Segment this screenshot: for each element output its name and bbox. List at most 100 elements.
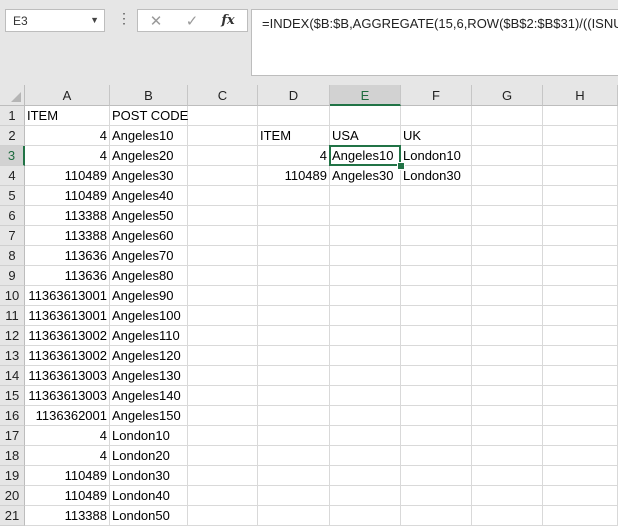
cell-c18[interactable] xyxy=(188,446,258,466)
cell-c2[interactable] xyxy=(188,126,258,146)
cell-d16[interactable] xyxy=(258,406,330,426)
cell-g17[interactable] xyxy=(472,426,543,446)
row-header-17[interactable]: 17 xyxy=(0,426,25,446)
cell-b13[interactable]: Angeles120 xyxy=(110,346,188,366)
row-header-21[interactable]: 21 xyxy=(0,506,25,526)
cell-c8[interactable] xyxy=(188,246,258,266)
row-header-14[interactable]: 14 xyxy=(0,366,25,386)
cell-e11[interactable] xyxy=(330,306,401,326)
cell-f9[interactable] xyxy=(401,266,472,286)
cell-b21[interactable]: London50 xyxy=(110,506,188,526)
cell-h12[interactable] xyxy=(543,326,618,346)
cell-a12[interactable]: 11363613002 xyxy=(25,326,110,346)
insert-function-icon[interactable]: fx xyxy=(216,13,240,28)
cell-d6[interactable] xyxy=(258,206,330,226)
cell-h21[interactable] xyxy=(543,506,618,526)
cell-f3[interactable]: London10 xyxy=(401,146,472,166)
cell-b7[interactable]: Angeles60 xyxy=(110,226,188,246)
column-header-a[interactable]: A xyxy=(25,85,110,106)
cell-e4[interactable]: Angeles30 xyxy=(330,166,401,186)
cell-h3[interactable] xyxy=(543,146,618,166)
cell-g19[interactable] xyxy=(472,466,543,486)
cell-a8[interactable]: 113636 xyxy=(25,246,110,266)
column-header-d[interactable]: D xyxy=(258,85,330,106)
column-header-f[interactable]: F xyxy=(401,85,472,106)
cell-e1[interactable] xyxy=(330,106,401,126)
cell-a6[interactable]: 113388 xyxy=(25,206,110,226)
column-header-c[interactable]: C xyxy=(188,85,258,106)
cell-a13[interactable]: 11363613002 xyxy=(25,346,110,366)
cell-c16[interactable] xyxy=(188,406,258,426)
cell-e17[interactable] xyxy=(330,426,401,446)
cell-e5[interactable] xyxy=(330,186,401,206)
cell-a21[interactable]: 113388 xyxy=(25,506,110,526)
cell-b19[interactable]: London30 xyxy=(110,466,188,486)
more-options-icon[interactable]: ⋮ xyxy=(117,11,131,25)
cell-f14[interactable] xyxy=(401,366,472,386)
cell-g10[interactable] xyxy=(472,286,543,306)
cell-a3[interactable]: 4 xyxy=(25,146,110,166)
row-header-8[interactable]: 8 xyxy=(0,246,25,266)
cell-f21[interactable] xyxy=(401,506,472,526)
cell-a11[interactable]: 11363613001 xyxy=(25,306,110,326)
cell-e21[interactable] xyxy=(330,506,401,526)
cell-c11[interactable] xyxy=(188,306,258,326)
cell-a17[interactable]: 4 xyxy=(25,426,110,446)
cell-f15[interactable] xyxy=(401,386,472,406)
formula-input[interactable]: =INDEX($B:$B,AGGREGATE(15,6,ROW($B$2:$B$… xyxy=(251,9,618,76)
cell-f20[interactable] xyxy=(401,486,472,506)
column-header-b[interactable]: B xyxy=(110,85,188,106)
cell-g16[interactable] xyxy=(472,406,543,426)
cell-c10[interactable] xyxy=(188,286,258,306)
cell-f18[interactable] xyxy=(401,446,472,466)
cell-b4[interactable]: Angeles30 xyxy=(110,166,188,186)
cell-c3[interactable] xyxy=(188,146,258,166)
cell-b3[interactable]: Angeles20 xyxy=(110,146,188,166)
cell-f19[interactable] xyxy=(401,466,472,486)
cell-b14[interactable]: Angeles130 xyxy=(110,366,188,386)
cell-g9[interactable] xyxy=(472,266,543,286)
cell-g15[interactable] xyxy=(472,386,543,406)
cell-f11[interactable] xyxy=(401,306,472,326)
cell-c9[interactable] xyxy=(188,266,258,286)
row-header-5[interactable]: 5 xyxy=(0,186,25,206)
cell-a2[interactable]: 4 xyxy=(25,126,110,146)
cell-e15[interactable] xyxy=(330,386,401,406)
cell-c19[interactable] xyxy=(188,466,258,486)
cell-c14[interactable] xyxy=(188,366,258,386)
row-header-13[interactable]: 13 xyxy=(0,346,25,366)
row-header-10[interactable]: 10 xyxy=(0,286,25,306)
row-header-18[interactable]: 18 xyxy=(0,446,25,466)
cell-b18[interactable]: London20 xyxy=(110,446,188,466)
cell-f5[interactable] xyxy=(401,186,472,206)
cell-d3[interactable]: 4 xyxy=(258,146,330,166)
cell-g18[interactable] xyxy=(472,446,543,466)
cell-f8[interactable] xyxy=(401,246,472,266)
cell-c17[interactable] xyxy=(188,426,258,446)
cell-g12[interactable] xyxy=(472,326,543,346)
cell-d5[interactable] xyxy=(258,186,330,206)
row-header-16[interactable]: 16 xyxy=(0,406,25,426)
cell-e19[interactable] xyxy=(330,466,401,486)
cell-f10[interactable] xyxy=(401,286,472,306)
row-header-12[interactable]: 12 xyxy=(0,326,25,346)
select-all-corner[interactable] xyxy=(0,85,25,106)
cell-g21[interactable] xyxy=(472,506,543,526)
row-header-15[interactable]: 15 xyxy=(0,386,25,406)
cell-a1[interactable]: ITEM xyxy=(25,106,110,126)
cell-a20[interactable]: 110489 xyxy=(25,486,110,506)
cell-g20[interactable] xyxy=(472,486,543,506)
cell-f16[interactable] xyxy=(401,406,472,426)
cell-c13[interactable] xyxy=(188,346,258,366)
cell-g8[interactable] xyxy=(472,246,543,266)
cell-f17[interactable] xyxy=(401,426,472,446)
cell-f6[interactable] xyxy=(401,206,472,226)
cell-e16[interactable] xyxy=(330,406,401,426)
cell-b15[interactable]: Angeles140 xyxy=(110,386,188,406)
cell-h2[interactable] xyxy=(543,126,618,146)
cell-f4[interactable]: London30 xyxy=(401,166,472,186)
row-header-7[interactable]: 7 xyxy=(0,226,25,246)
cell-a7[interactable]: 113388 xyxy=(25,226,110,246)
cell-b17[interactable]: London10 xyxy=(110,426,188,446)
cell-g7[interactable] xyxy=(472,226,543,246)
